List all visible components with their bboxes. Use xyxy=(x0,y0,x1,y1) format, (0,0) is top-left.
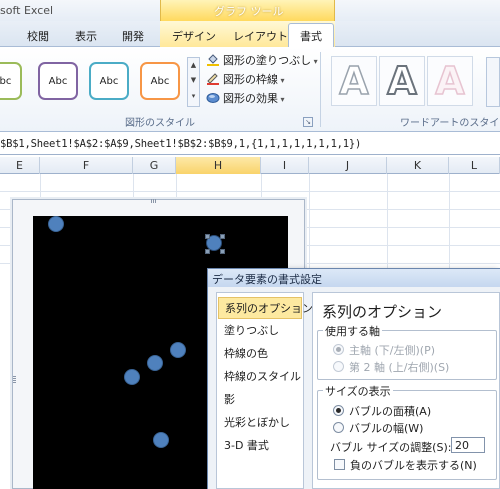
dialog-launcher-icon[interactable]: ↘ xyxy=(303,117,313,127)
bubble-width-label: バブルの幅(W) xyxy=(349,422,424,435)
secondary-axis-radio[interactable] xyxy=(333,361,344,372)
shape-style-swatch-2[interactable]: Abc xyxy=(38,62,78,100)
column-header-J[interactable]: J xyxy=(309,157,387,174)
grid-line xyxy=(0,191,500,192)
secondary-axis-label: 第 2 軸 (上/右側)(S) xyxy=(349,361,450,374)
column-header-H[interactable]: H xyxy=(176,157,261,174)
tab-layout[interactable]: レイアウト xyxy=(233,28,288,44)
nav-series-options[interactable]: 系列のオプション xyxy=(218,297,313,319)
nav-fill[interactable]: 塗りつぶし xyxy=(218,320,302,342)
nav-3d-format[interactable]: 3-D 書式 xyxy=(218,435,302,457)
gallery-down-icon[interactable]: ▼ xyxy=(189,73,198,88)
column-header-G[interactable]: G xyxy=(133,157,176,174)
group-label-wordart: ワードアートのスタイ xyxy=(400,118,500,129)
column-header-I[interactable]: I xyxy=(261,157,309,174)
bubble-4[interactable] xyxy=(147,355,164,372)
wordart-sample-1[interactable]: A xyxy=(331,56,377,106)
show-negative-label: 負のバブルを表示する(N) xyxy=(350,459,477,472)
bubble-area-label: バブルの面積(A) xyxy=(349,405,432,418)
dialog-title[interactable]: データ要素の書式設定 xyxy=(208,269,500,287)
nav-border-color[interactable]: 枠線の色 xyxy=(218,343,302,365)
chart-tools-label: グラフ ツール xyxy=(214,5,284,18)
shape-outline-label: 図形の枠線 xyxy=(223,73,278,86)
wordart-sample-2[interactable]: A xyxy=(379,56,425,106)
shape-effects-icon xyxy=(206,92,220,104)
selection-handle[interactable] xyxy=(220,234,226,240)
nav-border-style[interactable]: 枠線のスタイル xyxy=(218,366,302,388)
show-negative-checkbox[interactable] xyxy=(334,459,345,470)
selection-handle[interactable] xyxy=(205,234,211,240)
formula-text[interactable]: $B$1,Sheet1!$A$2:$A$9,Sheet1!$B$2:$B$9,1… xyxy=(0,138,361,150)
nav-glow-soft-edges[interactable]: 光彩とぼかし xyxy=(218,412,302,434)
shape-style-swatch-3[interactable]: Abc xyxy=(89,62,129,100)
shape-fill-label: 図形の塗りつぶし xyxy=(223,54,312,67)
shape-style-swatch-4[interactable]: Abc xyxy=(140,62,180,100)
bubble-1[interactable] xyxy=(47,216,64,233)
bubble-width-radio[interactable] xyxy=(333,422,344,433)
paint-bucket-icon xyxy=(206,54,220,66)
column-header-F[interactable]: F xyxy=(40,157,133,174)
column-header-K[interactable]: K xyxy=(387,157,449,174)
shape-effects-label: 図形の効果 xyxy=(223,92,278,105)
tab-format[interactable]: 書式 xyxy=(288,23,334,48)
selection-handle[interactable] xyxy=(205,249,211,255)
column-header-E[interactable]: E xyxy=(0,157,40,174)
panel-title: 系列のオプション xyxy=(322,303,443,321)
group-label-shape-styles: 図形のスタイル xyxy=(125,118,195,129)
primary-axis-label: 主軸 (下/左側)(P) xyxy=(349,344,436,357)
app-title: soft Excel xyxy=(0,4,54,17)
primary-axis-radio[interactable] xyxy=(333,344,344,355)
selection-handle[interactable] xyxy=(220,249,226,255)
gallery-up-icon[interactable]: ▲ xyxy=(189,58,198,73)
size-group-legend: サイズの表示 xyxy=(323,383,393,399)
pen-outline-icon xyxy=(206,73,220,85)
tab-design[interactable]: デザイン xyxy=(172,28,216,44)
bubble-area-radio[interactable] xyxy=(333,405,344,416)
shape-style-swatch-1[interactable]: Abc xyxy=(0,62,22,100)
shape-effects-button[interactable]: 図形の効果 ▾ xyxy=(206,90,285,107)
shape-fill-button[interactable]: 図形の塗りつぶし ▾ xyxy=(206,52,318,69)
chart-resize-grip[interactable] xyxy=(151,199,157,203)
tab-review[interactable]: 校閲 xyxy=(27,28,49,44)
bubble-6[interactable] xyxy=(152,431,169,448)
axis-group-legend: 使用する軸 xyxy=(323,323,382,339)
group-separator xyxy=(320,52,321,127)
bubble-scale-input[interactable]: 20 xyxy=(451,437,485,453)
bubble-scale-label: バブル サイズの調整(S): xyxy=(330,441,452,454)
gallery-more-icon[interactable]: ▾ xyxy=(189,89,198,104)
wordart-sample-3[interactable]: A xyxy=(427,56,473,106)
nav-shadow[interactable]: 影 xyxy=(218,389,302,411)
wordart-gallery-scrollbar[interactable] xyxy=(486,57,500,107)
chart-resize-grip[interactable] xyxy=(13,375,16,383)
tab-view[interactable]: 表示 xyxy=(75,28,97,44)
tab-developer[interactable]: 開発 xyxy=(122,28,144,44)
bubble-3[interactable] xyxy=(170,341,187,358)
column-header-L[interactable]: L xyxy=(449,157,500,174)
bubble-5[interactable] xyxy=(124,369,141,386)
shape-outline-button[interactable]: 図形の枠線 ▾ xyxy=(206,71,285,88)
